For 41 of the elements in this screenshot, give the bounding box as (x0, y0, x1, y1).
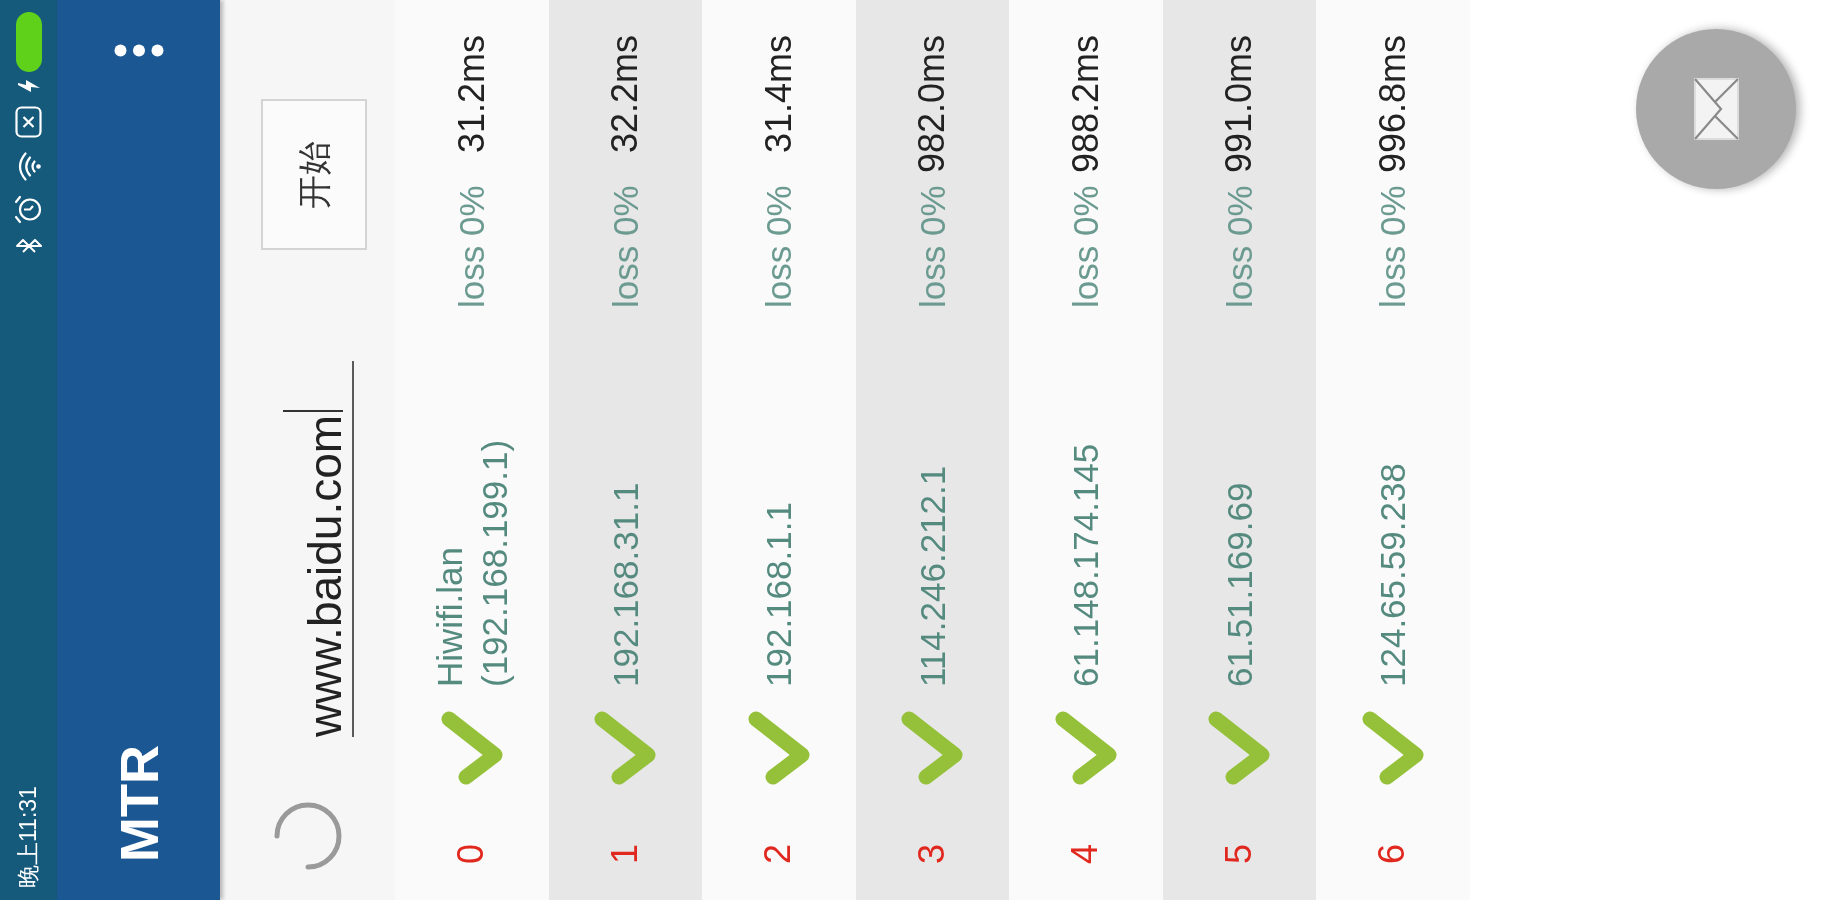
latency-text: 988.2ms (1067, 35, 1104, 174)
hop-number: 3 (913, 842, 951, 864)
latency-text: 32.2ms (607, 35, 644, 154)
host-text: 61.51.169.69 (1218, 481, 1260, 687)
wifi-icon (16, 152, 41, 181)
status-time: 晚上11:31 (17, 786, 40, 888)
hop-number: 5 (1220, 842, 1258, 864)
hop-number: 4 (1067, 842, 1105, 864)
hop-number: 0 (453, 842, 491, 864)
host-text: 61.148.174.145 (1065, 442, 1107, 687)
envelope-icon (1693, 78, 1739, 140)
bluetooth-icon (14, 239, 43, 253)
latency-text: 31.4ms (760, 35, 797, 154)
hop-number: 6 (1374, 842, 1412, 864)
text-cursor-icon (282, 409, 343, 412)
loss-text: loss 0% (1375, 185, 1411, 308)
start-button[interactable]: 开始 (261, 99, 367, 250)
lightning-bolt-icon (17, 80, 40, 92)
hop-number: 2 (760, 842, 798, 864)
loss-text: loss 0% (761, 185, 797, 308)
host-text: 124.65.59.238 (1372, 462, 1414, 687)
loss-text: loss 0% (607, 185, 643, 308)
loss-text: loss 0% (1068, 185, 1104, 308)
alarm-clock-icon (14, 195, 43, 224)
latency-text: 31.2ms (453, 35, 490, 154)
host-input[interactable]: www.baidu.com (261, 361, 354, 737)
battery-icon (15, 12, 42, 72)
host-text: Hiwifi.lan (192.168.199.1) (428, 438, 515, 687)
host-text: 192.168.1.1 (758, 501, 800, 687)
latency-text: 982.0ms (914, 35, 951, 174)
host-text: 114.246.212.1 (911, 464, 953, 687)
app-title: MTR (111, 745, 166, 862)
latency-text: 996.8ms (1374, 35, 1411, 174)
hop-number: 1 (606, 842, 644, 864)
loss-text: loss 0% (1221, 185, 1257, 308)
loss-text: loss 0% (914, 185, 950, 308)
loss-text: loss 0% (454, 185, 490, 308)
latency-text: 991.0ms (1221, 35, 1258, 174)
more-options-icon[interactable] (113, 44, 164, 57)
host-text: 192.168.31.1 (604, 481, 646, 687)
crossed-box-icon (15, 106, 42, 138)
